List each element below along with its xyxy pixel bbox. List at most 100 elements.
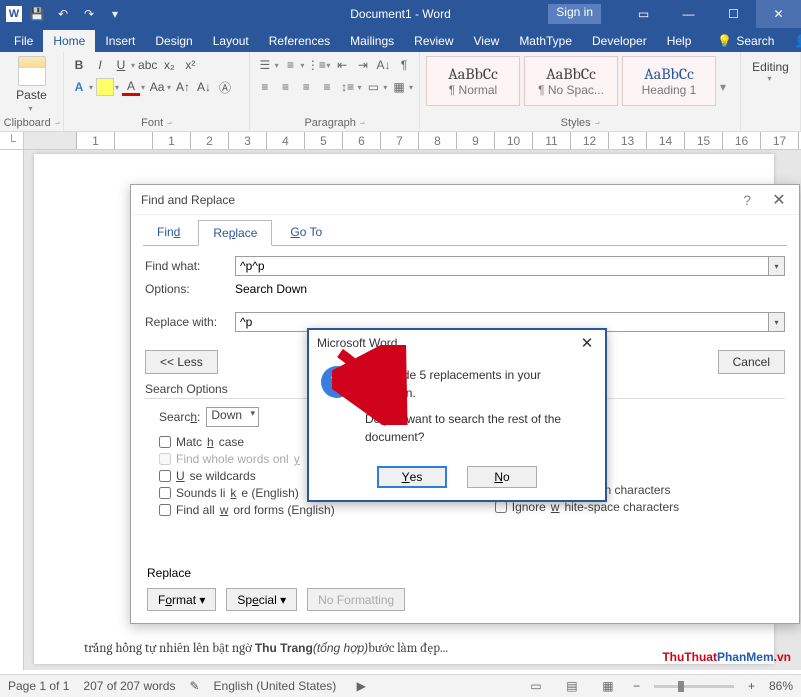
save-icon[interactable]: 💾 bbox=[26, 3, 48, 25]
watermark: ThuThuatPhanMem.vn bbox=[662, 641, 791, 667]
subscript-button[interactable]: x₂ bbox=[160, 56, 178, 74]
dialog-close-button[interactable]: ✕ bbox=[769, 190, 789, 210]
tab-developer[interactable]: Developer bbox=[582, 30, 657, 52]
style-normal[interactable]: AaBbCc¶ Normal bbox=[426, 56, 520, 106]
document-text: trắng hồng tự nhiên lên bật ngờ Thu Tran… bbox=[84, 640, 448, 656]
language-indicator[interactable]: English (United States) bbox=[214, 679, 337, 693]
numbering-button[interactable]: ≡ bbox=[282, 56, 300, 74]
horizontal-ruler[interactable]: └ 1123456789101112131415161718 bbox=[0, 132, 801, 150]
dialog-title: Find and Replace bbox=[141, 193, 235, 207]
style-nospacing[interactable]: AaBbCc¶ No Spac... bbox=[524, 56, 618, 106]
msgbox-line2: Do you want to search the rest of the do… bbox=[365, 410, 593, 446]
maximize-button[interactable]: ☐ bbox=[711, 0, 756, 28]
editing-button[interactable]: Editing▾ bbox=[747, 56, 794, 87]
no-button[interactable]: No bbox=[467, 466, 537, 488]
document-title: Document1 - Word bbox=[350, 7, 450, 21]
sign-in-button[interactable]: Sign in bbox=[548, 4, 601, 24]
tab-goto[interactable]: Go To bbox=[276, 220, 336, 246]
clear-format-button[interactable]: Ⓐ bbox=[216, 78, 234, 96]
ribbon-display-icon[interactable]: ▭ bbox=[621, 0, 666, 28]
tab-references[interactable]: References bbox=[259, 30, 340, 52]
group-clipboard-label: Clipboard bbox=[6, 117, 57, 129]
word-forms-checkbox[interactable]: Find all word forms (English) bbox=[159, 503, 335, 517]
format-button[interactable]: Format ▾ bbox=[147, 588, 216, 611]
zoom-in-button[interactable]: + bbox=[748, 679, 755, 693]
print-layout-icon[interactable]: ▤ bbox=[561, 677, 583, 695]
page-indicator[interactable]: Page 1 of 1 bbox=[8, 679, 69, 693]
strikethrough-button[interactable]: abc bbox=[138, 56, 157, 74]
special-button[interactable]: Special ▾ bbox=[226, 588, 297, 611]
style-heading1[interactable]: AaBbCcHeading 1 bbox=[622, 56, 716, 106]
zoom-level[interactable]: 86% bbox=[769, 679, 793, 693]
find-what-input[interactable] bbox=[235, 256, 769, 276]
italic-button[interactable]: I bbox=[91, 56, 109, 74]
zoom-out-button[interactable]: − bbox=[633, 679, 640, 693]
no-formatting-button: No Formatting bbox=[307, 588, 405, 611]
tab-help[interactable]: Help bbox=[657, 30, 702, 52]
line-spacing-button[interactable]: ↕≡ bbox=[339, 78, 357, 96]
highlight-button[interactable] bbox=[96, 78, 114, 96]
text-effects-button[interactable]: A bbox=[70, 78, 88, 96]
web-layout-icon[interactable]: ▦ bbox=[597, 677, 619, 695]
borders-button[interactable]: ▦ bbox=[390, 78, 408, 96]
tab-review[interactable]: Review bbox=[404, 30, 463, 52]
show-marks-button[interactable]: ¶ bbox=[395, 56, 413, 74]
tab-mathtype[interactable]: MathType bbox=[509, 30, 582, 52]
font-color-button[interactable]: A bbox=[122, 78, 140, 96]
group-styles-label: Styles bbox=[426, 117, 734, 129]
qat-customize-icon[interactable]: ▾ bbox=[104, 3, 126, 25]
spellcheck-icon[interactable]: ✎ bbox=[189, 679, 199, 693]
tab-mailings[interactable]: Mailings bbox=[340, 30, 404, 52]
word-count[interactable]: 207 of 207 words bbox=[83, 679, 175, 693]
tab-file[interactable]: File bbox=[4, 30, 43, 52]
increase-indent-button[interactable]: ⇥ bbox=[354, 56, 372, 74]
tab-design[interactable]: Design bbox=[145, 30, 202, 52]
redo-icon[interactable]: ↷ bbox=[78, 3, 100, 25]
macro-icon[interactable]: ▶ bbox=[350, 677, 372, 695]
msgbox-close-button[interactable]: ✕ bbox=[577, 334, 597, 352]
zoom-slider[interactable] bbox=[654, 685, 734, 688]
underline-button[interactable]: U bbox=[112, 56, 130, 74]
share-button[interactable]: 👤Share bbox=[784, 30, 801, 52]
decrease-indent-button[interactable]: ⇤ bbox=[333, 56, 351, 74]
styles-expand-icon[interactable]: ▾ bbox=[720, 80, 734, 94]
ignore-whitespace-checkbox[interactable]: Ignore white-space characters bbox=[495, 500, 679, 514]
search-direction-select[interactable]: Down bbox=[206, 407, 259, 427]
grow-font-button[interactable]: A↑ bbox=[174, 78, 192, 96]
cancel-button[interactable]: Cancel bbox=[718, 350, 785, 374]
tab-selector-icon[interactable]: └ bbox=[0, 132, 24, 150]
tab-home[interactable]: Home bbox=[43, 30, 95, 52]
less-button[interactable]: << Less bbox=[145, 350, 218, 374]
paste-button[interactable]: Paste ▾ bbox=[6, 56, 57, 113]
change-case-button[interactable]: Aa bbox=[148, 78, 166, 96]
superscript-button[interactable]: x² bbox=[181, 56, 199, 74]
shading-button[interactable]: ▭ bbox=[365, 78, 383, 96]
justify-button[interactable]: ≡ bbox=[318, 78, 336, 96]
close-button[interactable]: ✕ bbox=[756, 0, 801, 28]
align-left-button[interactable]: ≡ bbox=[256, 78, 274, 96]
group-paragraph-label: Paragraph bbox=[256, 117, 413, 129]
read-mode-icon[interactable]: ▭ bbox=[525, 677, 547, 695]
multilevel-button[interactable]: ⋮≡ bbox=[307, 56, 325, 74]
align-right-button[interactable]: ≡ bbox=[297, 78, 315, 96]
sort-button[interactable]: A↓ bbox=[375, 56, 393, 74]
ribbon-tabs: File Home Insert Design Layout Reference… bbox=[0, 28, 801, 52]
tell-me-search[interactable]: 💡Search bbox=[707, 30, 784, 52]
tab-find[interactable]: Find bbox=[143, 220, 194, 246]
bullets-button[interactable]: ☰ bbox=[256, 56, 274, 74]
shrink-font-button[interactable]: A↓ bbox=[195, 78, 213, 96]
tab-view[interactable]: View bbox=[464, 30, 510, 52]
tab-insert[interactable]: Insert bbox=[95, 30, 145, 52]
dialog-help-button[interactable]: ? bbox=[743, 192, 751, 208]
minimize-button[interactable]: — bbox=[666, 0, 711, 28]
tab-layout[interactable]: Layout bbox=[203, 30, 259, 52]
tab-replace[interactable]: Replace bbox=[198, 220, 272, 246]
yes-button[interactable]: Yes bbox=[377, 466, 447, 488]
bold-button[interactable]: B bbox=[70, 56, 88, 74]
replace-with-dropdown[interactable]: ▾ bbox=[769, 312, 785, 332]
align-center-button[interactable]: ≡ bbox=[277, 78, 295, 96]
undo-icon[interactable]: ↶ bbox=[52, 3, 74, 25]
find-what-dropdown[interactable]: ▾ bbox=[769, 256, 785, 276]
options-label: Options: bbox=[145, 282, 235, 296]
vertical-ruler[interactable] bbox=[0, 150, 24, 670]
